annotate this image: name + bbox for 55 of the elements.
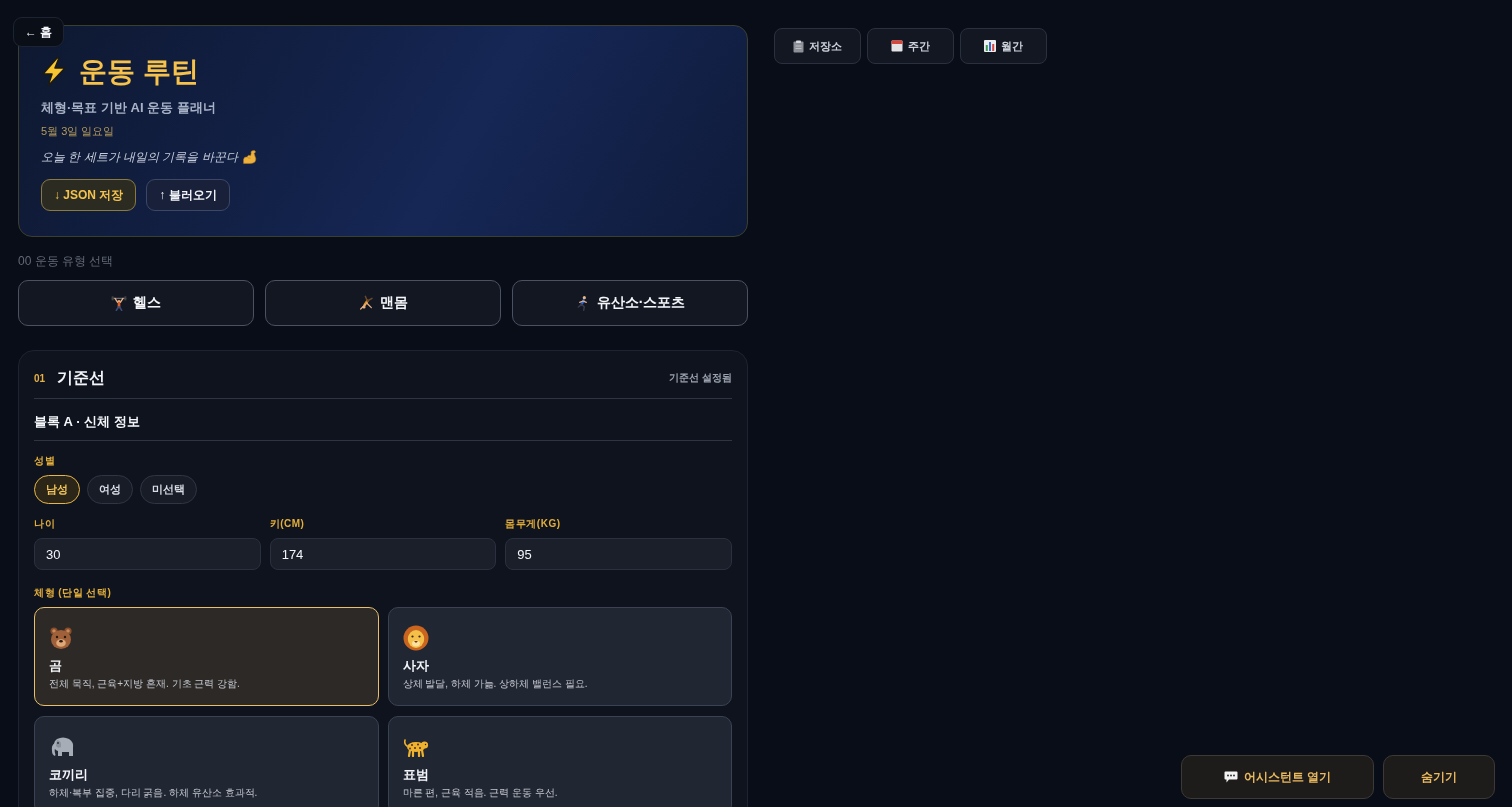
input-field[interactable]: 30 <box>34 538 261 570</box>
block-title: 블록 A · 신체 정보 <box>34 413 141 431</box>
speech-bubble-icon <box>1223 771 1238 783</box>
motivation-quote: 오늘 한 세트가 내일의 기록을 바꾼다 <box>41 149 238 166</box>
bar-chart-icon <box>984 40 996 52</box>
body-type-card[interactable]: 코끼리 하체·복부 집중, 다리 굵음. 하체 유산소 효과적. <box>34 716 379 807</box>
open-assistant-button[interactable]: 어시스턴트 열기 <box>1180 755 1374 799</box>
back-home-button[interactable]: ← 홈 <box>13 17 64 47</box>
clipboard-icon <box>793 39 804 53</box>
body-type-description: 마른 편, 근육 적음. 근력 운동 우선. <box>402 786 559 800</box>
body-type-card[interactable]: 곰 전체 묵직, 근육+지방 혼재. 기초 근력 강함. <box>34 607 379 706</box>
exercise-type-button[interactable]: 유산소·스포츠 <box>512 280 748 326</box>
body-type-card[interactable]: 표범 마른 편, 근육 적음. 근력 운동 우선. <box>387 716 732 807</box>
toolbar-button[interactable]: 월간 <box>960 28 1047 64</box>
input-field[interactable]: 174 <box>269 538 497 570</box>
sex-option-pill[interactable]: 여성 <box>87 475 133 504</box>
toolbar-button[interactable]: 저장소 <box>774 28 861 64</box>
weightlifter-icon <box>111 295 127 311</box>
calendar-icon <box>891 40 903 52</box>
status-text: 기준선 설정됨 <box>669 371 732 385</box>
section-label: 00 운동 유형 선택 <box>18 253 115 269</box>
app-title: 운동 루틴 <box>79 55 199 89</box>
toolbar-button[interactable]: 주간 <box>867 28 954 64</box>
section-title: 기준선 <box>57 367 106 388</box>
body-type-description: 하체·복부 집중, 다리 굵음. 하체 유산소 효과적. <box>49 786 259 800</box>
field-label: 몸무게(KG) <box>505 517 562 531</box>
cartwheel-figure-icon <box>358 295 374 311</box>
body-type-card[interactable]: 사자 상체 발달, 하체 가늚. 상하체 밸런스 필요. <box>387 607 732 706</box>
lion-icon <box>402 625 429 651</box>
exercise-type-button[interactable]: 헬스 <box>18 280 254 326</box>
body-type-description: 전체 묵직, 근육+지방 혼재. 기초 근력 강함. <box>49 677 241 691</box>
input-field[interactable]: 95 <box>505 538 732 570</box>
leopard-icon <box>402 737 429 757</box>
section-number: 01 <box>34 372 46 384</box>
date-text: 5월 3일 일요일 <box>41 124 116 139</box>
field-label: 나이 <box>34 517 56 531</box>
field-label: 성별 <box>34 454 56 468</box>
hide-button[interactable]: 숨기기 <box>1383 755 1495 799</box>
exercise-type-button[interactable]: 맨몸 <box>265 280 501 326</box>
elephant-icon <box>49 735 75 759</box>
app-subtitle: 체형·목표 기반 AI 운동 플래너 <box>41 99 217 117</box>
body-type-name: 코끼리 <box>49 766 89 784</box>
flexed-arm-icon <box>242 150 257 164</box>
body-type-description: 상체 발달, 하체 가늚. 상하체 밸런스 필요. <box>402 677 589 691</box>
body-type-name: 표범 <box>402 766 430 784</box>
save-json-button[interactable]: ↓ JSON 저장 <box>41 179 137 211</box>
sex-option-pill[interactable]: 미선택 <box>140 475 197 504</box>
field-label: 체형 (단일 선택) <box>34 586 113 600</box>
body-type-name: 곰 <box>49 657 63 675</box>
sex-option-pill[interactable]: 남성 <box>34 475 80 504</box>
lightning-icon <box>41 57 67 87</box>
bear-icon <box>49 626 73 650</box>
body-type-name: 사자 <box>402 657 430 675</box>
load-button[interactable]: ↑ 불러오기 <box>146 179 230 211</box>
field-label: 키(CM) <box>269 517 306 531</box>
